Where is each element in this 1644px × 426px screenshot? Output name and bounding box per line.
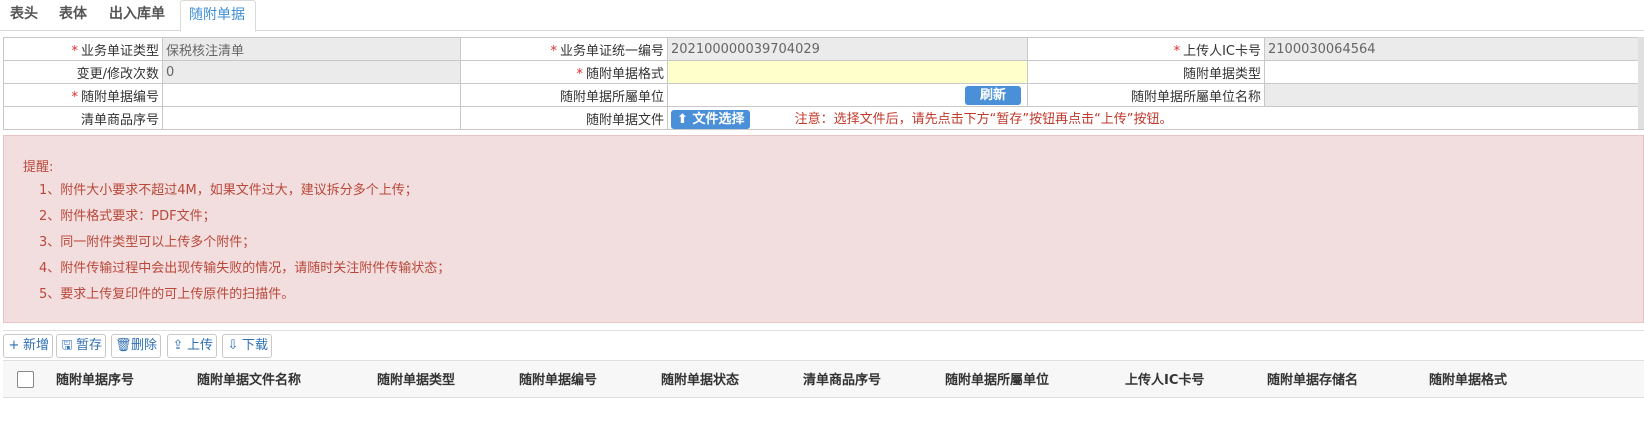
owner-unit-name-label: 随附单据所屬单位名称 bbox=[1027, 83, 1265, 107]
uploader-ic-field: 2100030064564 bbox=[1264, 37, 1644, 61]
item-seq-label: 清单商品序号 bbox=[3, 106, 163, 130]
tab-body[interactable]: 表体 bbox=[51, 0, 95, 31]
owner-unit-label: 随附单据所屬单位 bbox=[460, 83, 668, 107]
doc-format-select[interactable] bbox=[667, 60, 1028, 84]
col-file-name[interactable]: 随附单据文件名称 bbox=[197, 361, 301, 399]
doc-type-label: * 业务单证类型 bbox=[3, 37, 163, 61]
owner-unit-name-field bbox=[1264, 83, 1644, 107]
trash-icon: 🗑 bbox=[115, 338, 132, 353]
reminder-title: 提醒: bbox=[23, 160, 54, 175]
scrollbar[interactable] bbox=[1638, 37, 1644, 129]
col-attach-type[interactable]: 随附单据类型 bbox=[377, 361, 455, 399]
change-count-label: 变更/修改次数 bbox=[3, 60, 163, 84]
col-format[interactable]: 随附单据格式 bbox=[1429, 361, 1507, 399]
col-uploader-ic[interactable]: 上传人IC卡号 bbox=[1125, 361, 1204, 399]
col-storage-name[interactable]: 随附单据存储名 bbox=[1267, 361, 1358, 399]
reminder-item: 2、附件格式要求：PDF文件； bbox=[39, 209, 216, 224]
reminder-item: 5、要求上传复印件的可上传原件的扫描件。 bbox=[39, 287, 295, 302]
col-item-seq[interactable]: 清单商品序号 bbox=[803, 361, 881, 399]
attach-file-cell: ⬆ 文件选择 注意：选择文件后，请先点击下方“暂存”按钮再点击“上传”按钮。 bbox=[667, 106, 1644, 130]
change-count-field: 0 bbox=[162, 60, 461, 84]
attach-no-field[interactable] bbox=[162, 83, 461, 107]
col-attach-seq[interactable]: 随附单据序号 bbox=[56, 361, 134, 399]
attachment-form: * 业务单证类型 保税核注清单 * 业务单证统一编号 202100000039704… bbox=[3, 37, 1644, 130]
select-all-checkbox[interactable] bbox=[17, 371, 34, 388]
doc-format-label: * 随附单据格式 bbox=[460, 60, 668, 84]
reminder-item: 3、同一附件类型可以上传多个附件； bbox=[39, 235, 256, 250]
toolbar: + 新增 🖫 暂存 🗑删除 ⇪ 上传 ⇩ 下载 bbox=[3, 330, 1644, 360]
tab-inout-order[interactable]: 出入库单 bbox=[101, 0, 173, 31]
doc-type-field: 保税核注清单 bbox=[162, 37, 461, 61]
attach-no-label: * 随附单据编号 bbox=[3, 83, 163, 107]
upload-icon: ⬆ bbox=[677, 111, 688, 127]
upload-icon: ⇪ bbox=[172, 338, 184, 353]
unified-no-label: * 业务单证统一编号 bbox=[460, 37, 668, 61]
upload-notice: 注意：选择文件后，请先点击下方“暂存”按钮再点击“上传”按钮。 bbox=[794, 111, 1173, 127]
item-seq-field[interactable] bbox=[162, 106, 461, 130]
download-button[interactable]: ⇩ 下载 bbox=[222, 334, 273, 358]
attach-file-label: 随附单据文件 bbox=[460, 106, 668, 130]
unified-no-field: 202100000039704029 bbox=[667, 37, 1028, 61]
refresh-button[interactable]: 刷新 bbox=[965, 85, 1021, 105]
tab-bar: 表头 表体 出入库单 随附单据 bbox=[0, 0, 1644, 32]
reminder-item: 1、附件大小要求不超过4M，如果文件过大，建议拆分多个上传； bbox=[39, 183, 418, 198]
grid-header: 随附单据序号 随附单据文件名称 随附单据类型 随附单据编号 随附单据状态 清单商… bbox=[3, 360, 1644, 398]
reminder-item: 4、附件传输过程中会出现传输失败的情况，请随时关注附件传输状态； bbox=[39, 261, 451, 276]
download-icon: ⇩ bbox=[227, 338, 239, 353]
tab-header[interactable]: 表头 bbox=[2, 0, 46, 31]
owner-unit-field[interactable]: 刷新 bbox=[667, 83, 1028, 107]
delete-button[interactable]: 🗑删除 bbox=[111, 334, 162, 358]
save-button[interactable]: 🖫 暂存 bbox=[56, 334, 107, 358]
col-attach-no[interactable]: 随附单据编号 bbox=[519, 361, 597, 399]
plus-icon: + bbox=[8, 338, 20, 353]
attach-type-field[interactable] bbox=[1264, 60, 1644, 84]
file-select-button[interactable]: ⬆ 文件选择 bbox=[671, 109, 751, 129]
attach-type-label: 随附单据类型 bbox=[1027, 60, 1265, 84]
upload-button[interactable]: ⇪ 上传 bbox=[167, 334, 218, 358]
add-button[interactable]: + 新增 bbox=[3, 334, 54, 358]
col-owner-unit[interactable]: 随附单据所屬单位 bbox=[945, 361, 1049, 399]
col-attach-status[interactable]: 随附单据状态 bbox=[661, 361, 739, 399]
tab-attached-docs[interactable]: 随附单据 bbox=[180, 0, 256, 32]
uploader-ic-label: * 上传人IC卡号 bbox=[1027, 37, 1265, 61]
floppy-icon: 🖫 bbox=[61, 338, 73, 353]
reminder-box: 提醒: 1、附件大小要求不超过4M，如果文件过大，建议拆分多个上传； 2、附件格… bbox=[3, 135, 1644, 323]
